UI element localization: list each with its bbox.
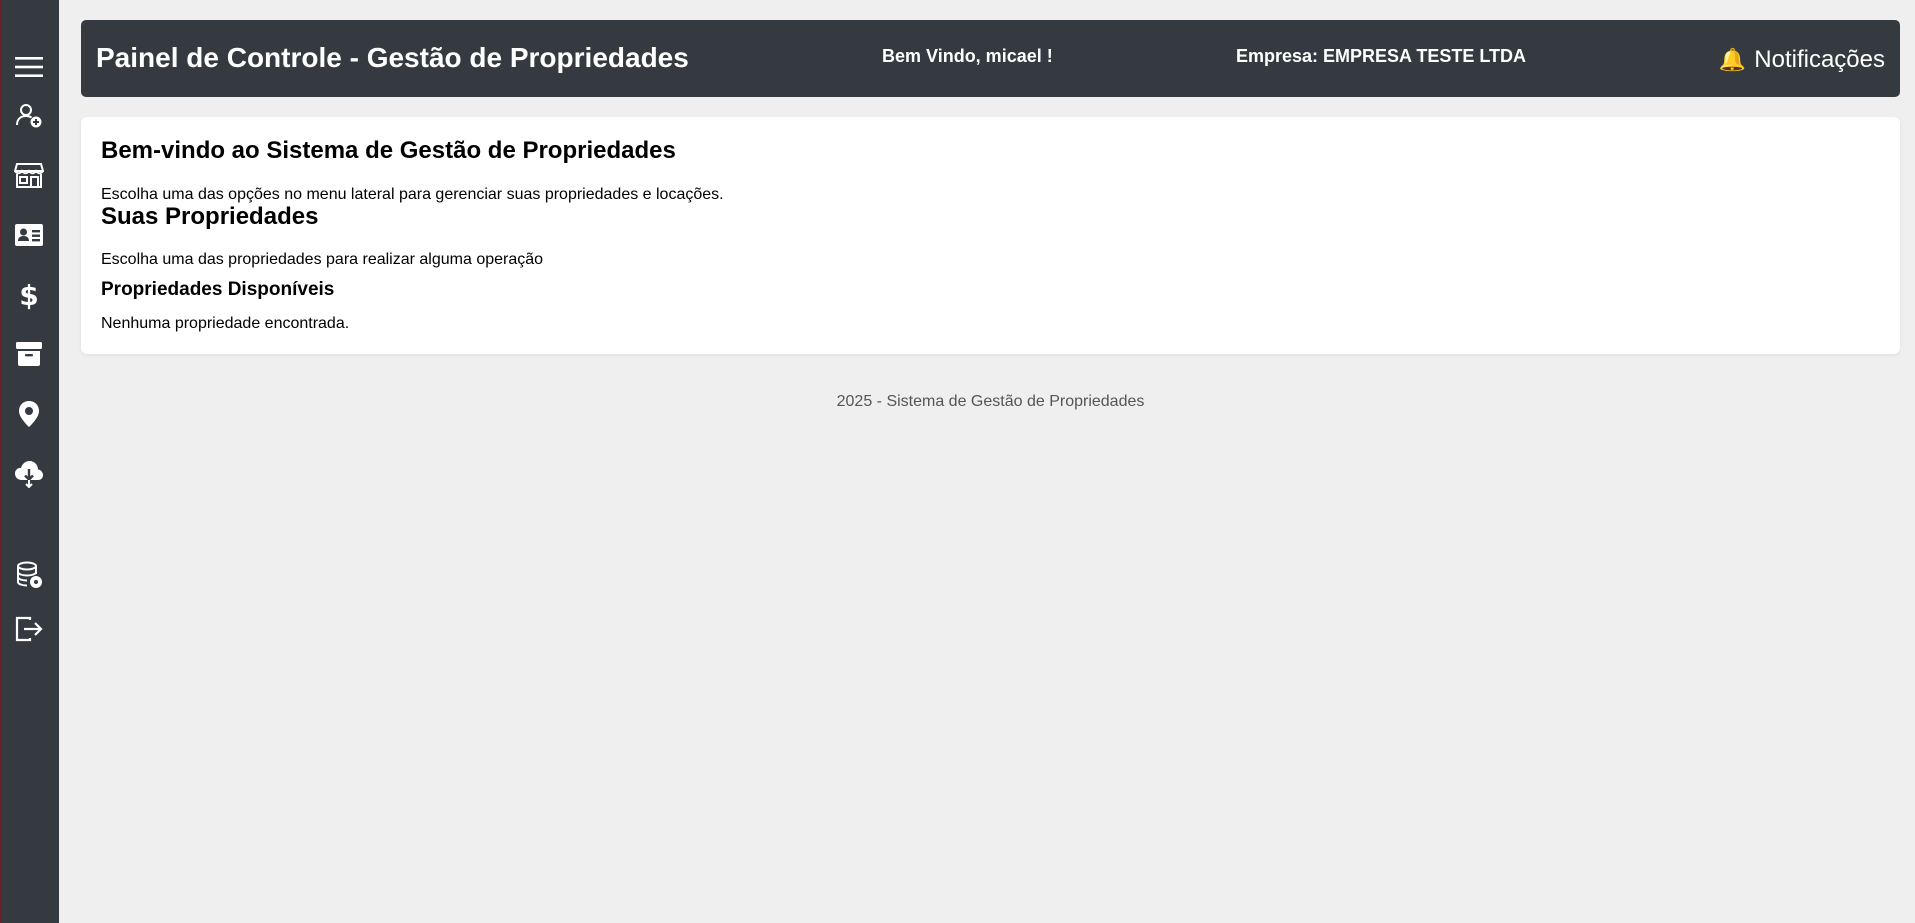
notifications-button[interactable]: 🔔 Notificações xyxy=(1719,46,1885,74)
dollar-icon: $ xyxy=(19,278,39,312)
company-name: Empresa: EMPRESA TESTE LTDA xyxy=(1236,46,1527,66)
location-button[interactable] xyxy=(11,396,47,432)
cloud-download-icon xyxy=(15,461,43,488)
page-title: Painel de Controle - Gestão de Proprieda… xyxy=(96,42,689,73)
id-card-icon xyxy=(15,224,43,246)
properties-intro: Escolha uma das propriedades para realiz… xyxy=(101,251,544,268)
archive-icon xyxy=(16,342,42,366)
bell-icon: 🔔 xyxy=(1718,47,1747,72)
archive-button[interactable] xyxy=(11,336,47,372)
store-button[interactable] xyxy=(11,157,47,193)
page-footer: 2025 - Sistema de Gestão de Propriedades xyxy=(836,393,1145,410)
menu-icon xyxy=(15,57,43,77)
top-header: Painel de Controle - Gestão de Proprieda… xyxy=(81,20,1900,97)
map-pin-icon xyxy=(19,401,39,427)
add-user-button[interactable] xyxy=(11,98,47,134)
welcome-intro: Escolha uma das opções no menu lateral p… xyxy=(101,186,724,203)
logout-button[interactable] xyxy=(11,611,47,647)
main-card: Bem-vindo ao Sistema de Gestão de Propri… xyxy=(81,117,1900,354)
add-user-icon xyxy=(16,104,42,128)
empty-properties-message: Nenhuma propriedade encontrada. xyxy=(101,315,350,332)
welcome-message: Bem Vindo, micael ! xyxy=(882,46,1053,66)
database-settings-icon xyxy=(17,561,42,588)
download-button[interactable] xyxy=(11,456,47,492)
contacts-button[interactable] xyxy=(11,217,47,253)
welcome-heading: Bem-vindo ao Sistema de Gestão de Propri… xyxy=(101,137,676,164)
menu-button[interactable] xyxy=(11,49,47,85)
database-button[interactable] xyxy=(11,557,47,593)
available-properties-heading: Propriedades Disponíveis xyxy=(101,279,335,300)
sidebar: $ xyxy=(0,0,59,923)
finance-button[interactable]: $ xyxy=(11,277,47,313)
properties-heading: Suas Propriedades xyxy=(101,203,319,230)
store-icon xyxy=(14,163,44,188)
notifications-label: Notificações xyxy=(1754,46,1885,73)
logout-icon xyxy=(15,616,43,642)
